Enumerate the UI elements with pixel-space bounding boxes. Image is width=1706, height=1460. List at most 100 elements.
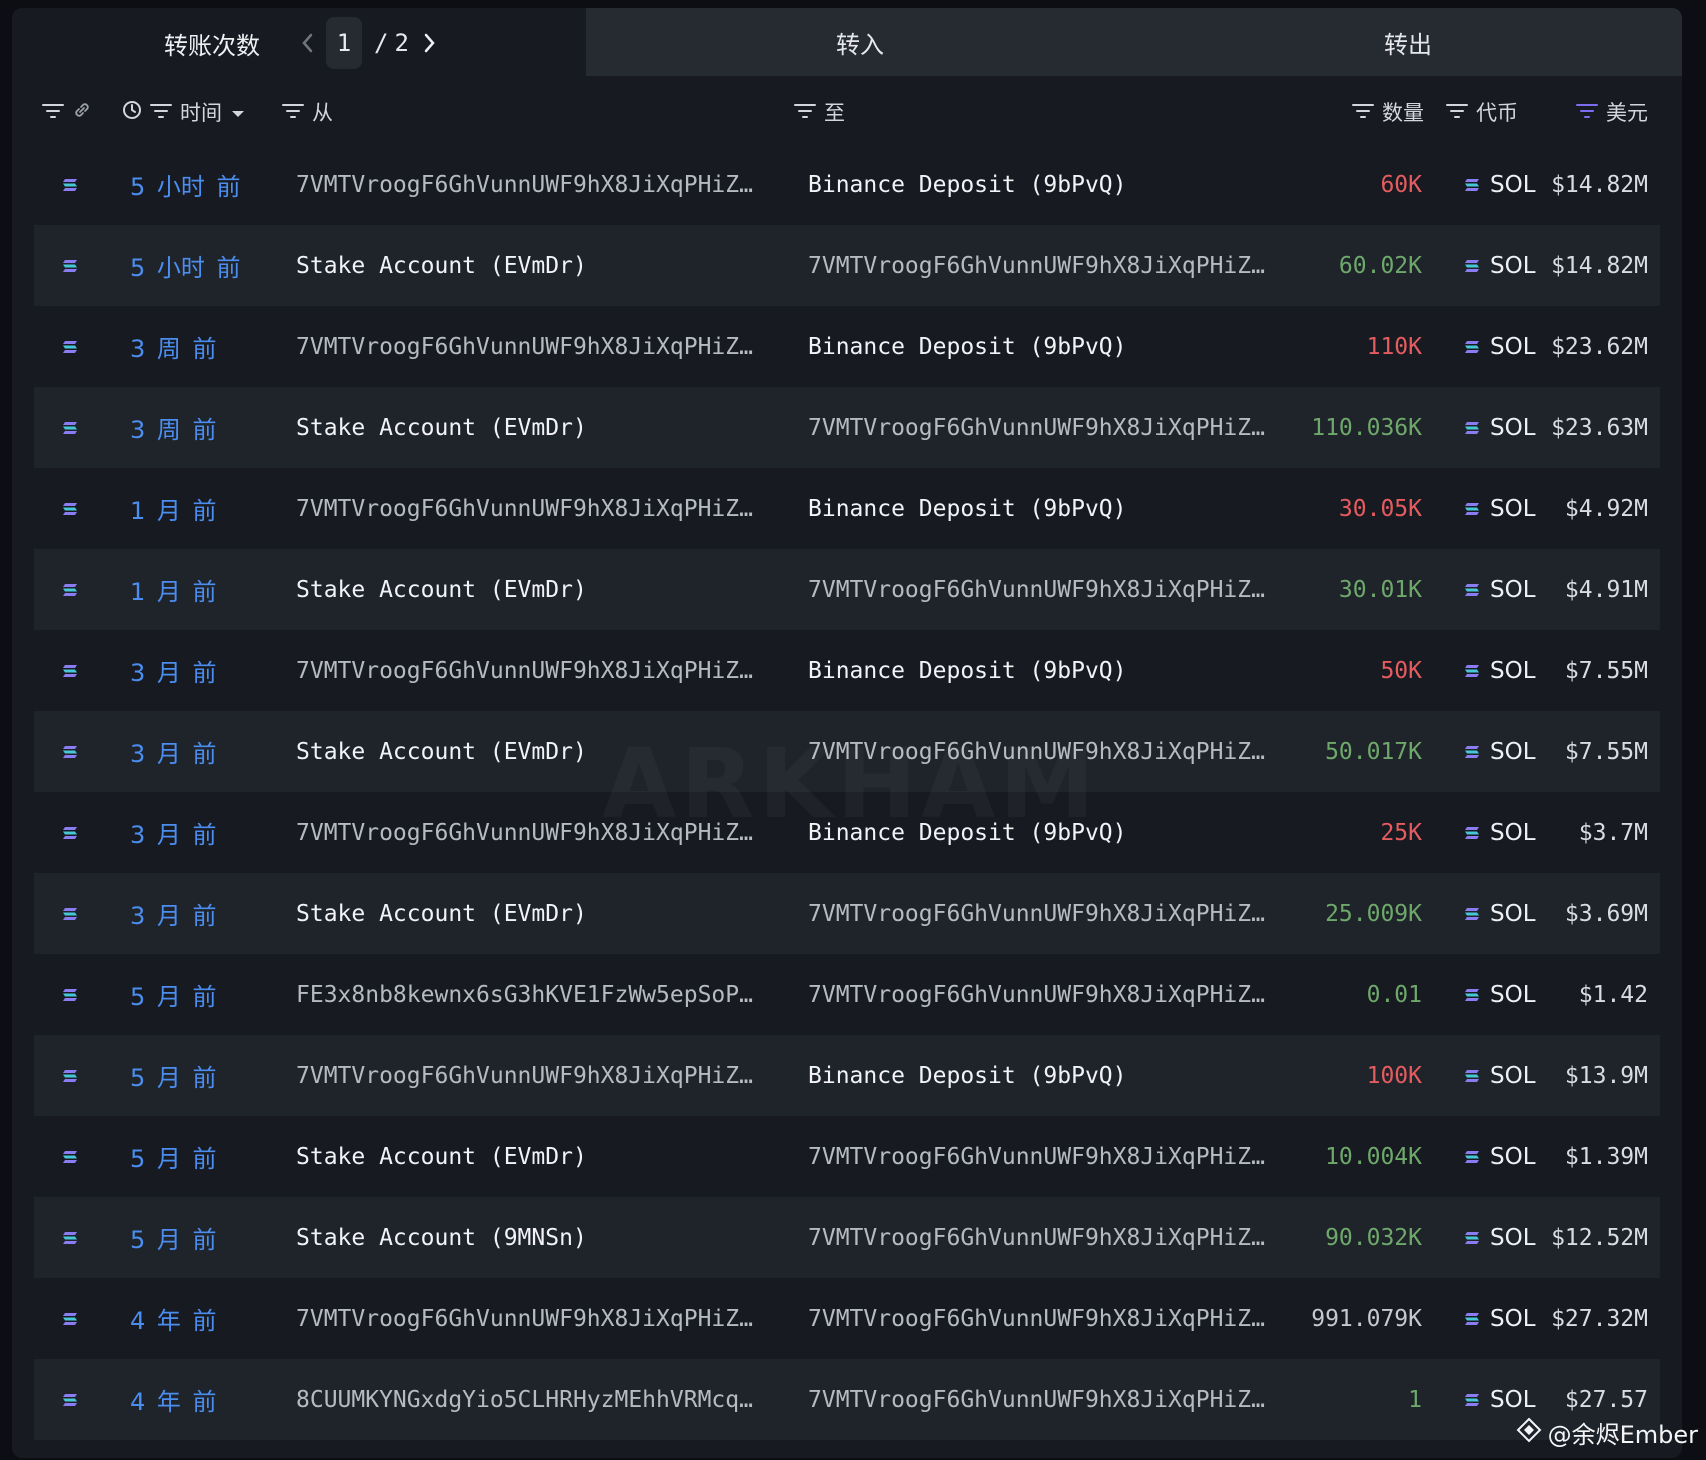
tab-inflow[interactable]: 转入 [586,8,1134,76]
token-cell[interactable]: SOL [1464,144,1536,225]
time-link[interactable]: 5 月 前 [130,954,217,1035]
table-row[interactable]: 5 月 前 7VMTVroogF6GhVunnUWF9hX8JiXqPHiZ… Bi… [34,1035,1660,1116]
table-row[interactable]: 3 月 前 Stake Account (EVmDr) 7VMTVroogF6GhV… [34,873,1660,954]
time-link[interactable]: 3 月 前 [130,792,217,873]
from-address[interactable]: 7VMTVroogF6GhVunnUWF9hX8JiXqPHiZ… [296,306,776,387]
header-from[interactable]: 从 [282,86,333,138]
time-link[interactable]: 3 月 前 [130,873,217,954]
from-address[interactable]: 7VMTVroogF6GhVunnUWF9hX8JiXqPHiZ… [296,1035,776,1116]
to-address[interactable]: 7VMTVroogF6GhVunnUWF9hX8JiXqPHiZ… [808,225,1288,306]
from-address[interactable]: Stake Account (EVmDr) [296,873,776,954]
to-address[interactable]: Binance Deposit (9bPvQ) [808,468,1288,549]
to-address[interactable]: Binance Deposit (9bPvQ) [808,306,1288,387]
table-row[interactable]: 5 小时 前 7VMTVroogF6GhVunnUWF9hX8JiXqPHiZ… B… [34,144,1660,225]
table-row[interactable]: 3 周 前 7VMTVroogF6GhVunnUWF9hX8JiXqPHiZ… Bi… [34,306,1660,387]
amount-value: 25.009K [1325,900,1422,927]
from-address[interactable]: FE3x8nb8kewnx6sG3hKVE1FzWw5epSoP… [296,954,776,1035]
time-link[interactable]: 1 月 前 [130,549,217,630]
token-cell[interactable]: SOL [1464,1197,1536,1278]
table-row[interactable]: 1 月 前 Stake Account (EVmDr) 7VMTVroogF6GhV… [34,549,1660,630]
time-link[interactable]: 5 月 前 [130,1116,217,1197]
usd-filter-icon[interactable] [1576,100,1598,124]
from-address[interactable]: Stake Account (9MNSn) [296,1197,776,1278]
page-prev-button[interactable] [294,29,322,57]
from-address[interactable]: 7VMTVroogF6GhVunnUWF9hX8JiXqPHiZ… [296,144,776,225]
table-row[interactable]: 5 月 前 Stake Account (9MNSn) 7VMTVroogF6GhV… [34,1197,1660,1278]
amount-filter-icon[interactable] [1352,100,1374,124]
header-amount[interactable]: 数量 [1352,86,1424,138]
from-address[interactable]: 7VMTVroogF6GhVunnUWF9hX8JiXqPHiZ… [296,630,776,711]
token-cell[interactable]: SOL [1464,549,1536,630]
time-link[interactable]: 5 小时 前 [130,144,241,225]
time-link[interactable]: 3 月 前 [130,630,217,711]
from-address[interactable]: Stake Account (EVmDr) [296,225,776,306]
from-address[interactable]: Stake Account (EVmDr) [296,1116,776,1197]
solana-chain-icon [62,1197,78,1278]
table-row[interactable]: 5 月 前 Stake Account (EVmDr) 7VMTVroogF6GhV… [34,1116,1660,1197]
token-cell[interactable]: SOL [1464,306,1536,387]
table-row[interactable]: 3 月 前 7VMTVroogF6GhVunnUWF9hX8JiXqPHiZ… Bi… [34,630,1660,711]
to-address[interactable]: Binance Deposit (9bPvQ) [808,630,1288,711]
token-cell[interactable]: SOL [1464,225,1536,306]
header-to[interactable]: 至 [794,86,845,138]
from-address[interactable]: Stake Account (EVmDr) [296,387,776,468]
token-cell[interactable]: SOL [1464,1116,1536,1197]
header-time[interactable]: 时间 [122,86,246,138]
filter-icon[interactable] [42,100,64,124]
token-cell[interactable]: SOL [1464,1035,1536,1116]
watermark: ARKHAM [602,728,1099,840]
header-usd[interactable]: 美元 [1576,86,1648,138]
table-row[interactable]: 3 周 前 Stake Account (EVmDr) 7VMTVroogF6GhV… [34,387,1660,468]
table-row[interactable]: 4 年 前 8CUUMKYNGxdgYio5CLHRHyzMEhhVRMcq… 7V… [34,1359,1660,1440]
to-address[interactable]: Binance Deposit (9bPvQ) [808,144,1288,225]
to-address[interactable]: 7VMTVroogF6GhVunnUWF9hX8JiXqPHiZ… [808,1116,1288,1197]
time-link[interactable]: 5 小时 前 [130,225,241,306]
from-address[interactable]: 8CUUMKYNGxdgYio5CLHRHyzMEhhVRMcq… [296,1359,776,1440]
usd-value: $12.52M [1551,1224,1648,1251]
time-link[interactable]: 5 月 前 [130,1197,217,1278]
to-address[interactable]: Binance Deposit (9bPvQ) [808,1035,1288,1116]
page-current-input[interactable]: 1 [326,17,362,69]
token-cell[interactable]: SOL [1464,873,1536,954]
to-address[interactable]: 7VMTVroogF6GhVunnUWF9hX8JiXqPHiZ… [808,1359,1288,1440]
table-row[interactable]: 5 小时 前 Stake Account (EVmDr) 7VMTVroogF6Gh… [34,225,1660,306]
to-address[interactable]: 7VMTVroogF6GhVunnUWF9hX8JiXqPHiZ… [808,873,1288,954]
time-link[interactable]: 4 年 前 [130,1359,217,1440]
token-cell[interactable]: SOL [1464,468,1536,549]
table-row[interactable]: 4 年 前 7VMTVroogF6GhVunnUWF9hX8JiXqPHiZ… 7V… [34,1278,1660,1359]
time-filter-icon[interactable] [150,100,172,124]
page-next-button[interactable] [415,29,443,57]
time-link[interactable]: 1 月 前 [130,468,217,549]
to-address[interactable]: 7VMTVroogF6GhVunnUWF9hX8JiXqPHiZ… [808,1278,1288,1359]
time-link[interactable]: 3 周 前 [130,387,217,468]
token-cell[interactable]: SOL [1464,954,1536,1035]
table-row[interactable]: 5 月 前 FE3x8nb8kewnx6sG3hKVE1FzWw5epSoP… 7V… [34,954,1660,1035]
token-cell[interactable]: SOL [1464,792,1536,873]
to-address[interactable]: 7VMTVroogF6GhVunnUWF9hX8JiXqPHiZ… [808,954,1288,1035]
token-cell[interactable]: SOL [1464,387,1536,468]
token-filter-icon[interactable] [1446,100,1468,124]
time-link[interactable]: 4 年 前 [130,1278,217,1359]
from-filter-icon[interactable] [282,100,304,124]
table-row[interactable]: 1 月 前 7VMTVroogF6GhVunnUWF9hX8JiXqPHiZ… Bi… [34,468,1660,549]
time-link[interactable]: 5 月 前 [130,1035,217,1116]
from-address[interactable]: 7VMTVroogF6GhVunnUWF9hX8JiXqPHiZ… [296,468,776,549]
from-address[interactable]: 7VMTVroogF6GhVunnUWF9hX8JiXqPHiZ… [296,1278,776,1359]
to-filter-icon[interactable] [794,100,816,124]
tab-outflow[interactable]: 转出 [1134,8,1682,76]
amount-value: 100K [1366,1062,1422,1089]
tab-transfers[interactable]: 转账次数 1 / 2 [12,8,586,76]
link-icon[interactable] [72,100,92,125]
header-token[interactable]: 代币 [1446,86,1518,138]
token-cell[interactable]: SOL [1464,1278,1536,1359]
time-link[interactable]: 3 周 前 [130,306,217,387]
diamond-logo-icon [1516,1417,1542,1449]
from-address[interactable]: Stake Account (EVmDr) [296,549,776,630]
time-link[interactable]: 3 月 前 [130,711,217,792]
to-address[interactable]: 7VMTVroogF6GhVunnUWF9hX8JiXqPHiZ… [808,1197,1288,1278]
token-cell[interactable]: SOL [1464,711,1536,792]
token-cell[interactable]: SOL [1464,630,1536,711]
to-address[interactable]: 7VMTVroogF6GhVunnUWF9hX8JiXqPHiZ… [808,387,1288,468]
sort-down-icon[interactable] [230,100,246,124]
to-address[interactable]: 7VMTVroogF6GhVunnUWF9hX8JiXqPHiZ… [808,549,1288,630]
